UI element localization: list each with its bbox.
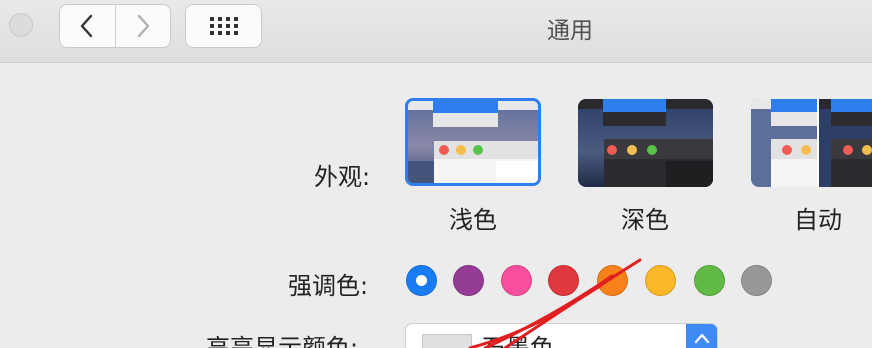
red-annotation-strokes xyxy=(468,258,642,348)
system-preferences-window: 通用 外观: 浅色 深色 自动 强调色: 高亮显示颜色: 石墨色 xyxy=(0,0,872,348)
